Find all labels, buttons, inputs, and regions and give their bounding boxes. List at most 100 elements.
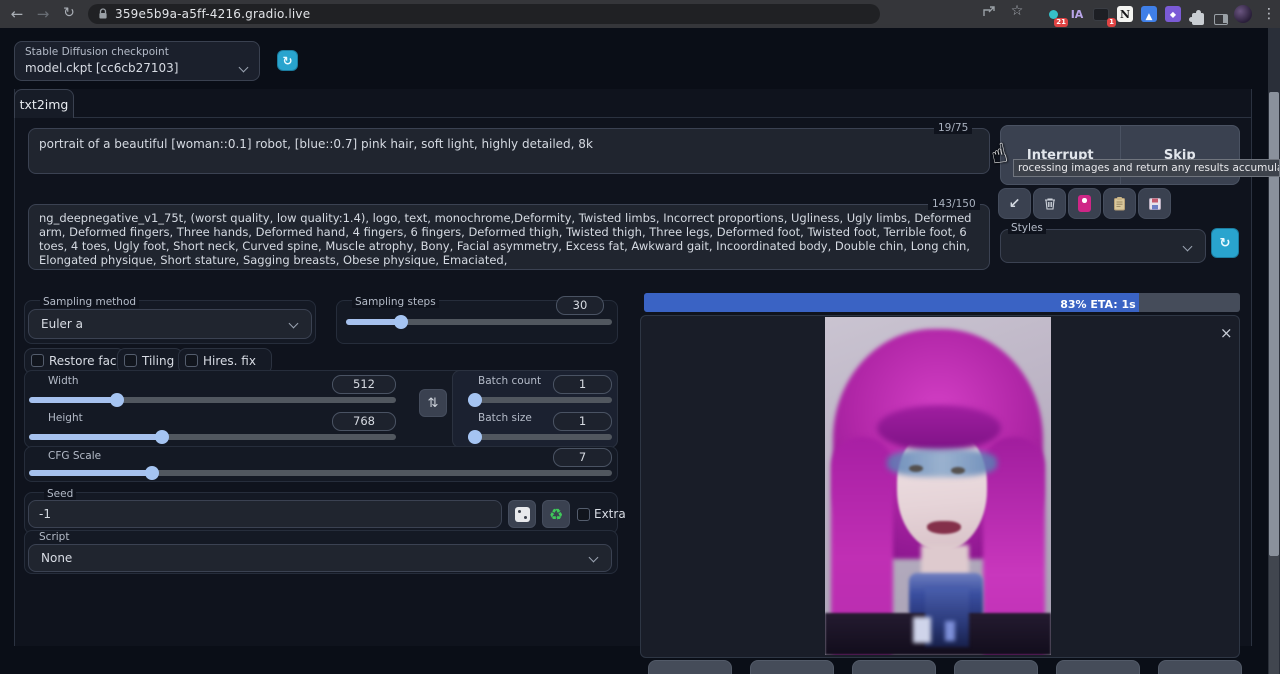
prompt-token-counter: 19/75 bbox=[934, 122, 972, 134]
chevron-down-icon bbox=[239, 63, 249, 73]
reuse-seed-button[interactable]: ♻ bbox=[542, 500, 570, 528]
extension-image-icon[interactable]: ▲ bbox=[1138, 3, 1160, 25]
script-value: None bbox=[41, 551, 72, 565]
gallery-action-button[interactable] bbox=[954, 660, 1038, 674]
chevron-down-icon bbox=[589, 553, 599, 563]
extension-purple-icon[interactable]: ◆ bbox=[1162, 3, 1184, 25]
progress-fill: 83% ETA: 1s bbox=[644, 293, 1139, 312]
negative-token-counter: 143/150 bbox=[928, 198, 980, 210]
script-label: Script bbox=[36, 531, 72, 543]
extra-networks-button[interactable] bbox=[1068, 188, 1101, 219]
extension-ia-icon[interactable]: IA bbox=[1066, 3, 1088, 25]
width-slider[interactable] bbox=[29, 397, 396, 403]
recycle-icon: ♻ bbox=[549, 505, 563, 524]
extension-pin-icon[interactable]: 21 bbox=[1042, 3, 1064, 25]
bookmark-star-icon[interactable]: ☆ bbox=[1008, 3, 1026, 19]
sampling-method-dropdown[interactable]: Euler a bbox=[28, 309, 312, 339]
batch-size-slider[interactable] bbox=[468, 434, 612, 440]
progress-bar: 83% ETA: 1s bbox=[644, 293, 1240, 312]
tab-txt2img[interactable]: txt2img bbox=[14, 89, 74, 118]
profile-avatar[interactable] bbox=[1232, 3, 1254, 25]
arrow-down-left-icon: ↙ bbox=[1009, 196, 1021, 212]
random-seed-button[interactable] bbox=[508, 500, 536, 528]
paste-params-button[interactable]: ↙ bbox=[998, 188, 1031, 219]
save-style-button[interactable] bbox=[1138, 188, 1171, 219]
checkpoint-label: Stable Diffusion checkpoint bbox=[25, 46, 169, 58]
extension-notion-icon[interactable]: N bbox=[1114, 3, 1136, 25]
batch-size-value[interactable]: 1 bbox=[553, 412, 612, 431]
sampling-steps-label: Sampling steps bbox=[352, 296, 439, 308]
hires-fix-label: Hires. fix bbox=[203, 354, 256, 368]
portrait-eyeshadow bbox=[887, 449, 997, 477]
gallery-action-button[interactable] bbox=[1158, 660, 1242, 674]
width-value[interactable]: 512 bbox=[332, 375, 396, 394]
stable-diffusion-webui: ← → ↻ 359e5b9a-a5ff-4216.gradio.live ☆ 2… bbox=[0, 0, 1280, 674]
height-slider[interactable] bbox=[29, 434, 396, 440]
negative-prompt-input[interactable]: ng_deepnegative_v1_75t, (worst quality, … bbox=[28, 204, 990, 270]
seed-label: Seed bbox=[44, 488, 76, 500]
batch-size-label: Batch size bbox=[478, 412, 532, 424]
chevron-down-icon bbox=[1183, 242, 1193, 252]
cfg-scale-value[interactable]: 7 bbox=[553, 448, 612, 467]
chevron-down-icon bbox=[289, 319, 299, 329]
swap-arrows-icon: ⇅ bbox=[428, 396, 439, 411]
dice-icon bbox=[515, 507, 530, 522]
width-label: Width bbox=[48, 375, 79, 387]
batch-count-slider[interactable] bbox=[468, 397, 612, 403]
batch-count-value[interactable]: 1 bbox=[553, 375, 612, 394]
portrait-lips bbox=[927, 521, 961, 534]
cfg-scale-label: CFG Scale bbox=[48, 450, 101, 462]
tiling-label: Tiling bbox=[142, 354, 174, 368]
seed-extra-checkbox[interactable] bbox=[577, 508, 590, 521]
side-panel-icon[interactable] bbox=[1210, 8, 1232, 30]
browser-forward-icon[interactable]: → bbox=[34, 5, 52, 23]
browser-toolbar: ← → ↻ 359e5b9a-a5ff-4216.gradio.live ☆ 2… bbox=[0, 0, 1280, 28]
interrupt-tooltip: rocessing images and return any results … bbox=[1013, 159, 1280, 177]
checkpoint-dropdown[interactable]: Stable Diffusion checkpoint model.ckpt [… bbox=[14, 41, 260, 81]
extensions-puzzle-icon[interactable] bbox=[1187, 8, 1209, 30]
apply-styles-button[interactable] bbox=[1103, 188, 1136, 219]
styles-label: Styles bbox=[1008, 222, 1046, 234]
sampling-method-label: Sampling method bbox=[40, 296, 139, 308]
extra-networks-card-icon bbox=[1078, 195, 1091, 212]
browser-reload-icon[interactable]: ↻ bbox=[60, 5, 78, 21]
sampling-method-value: Euler a bbox=[41, 317, 83, 331]
styles-refresh-button[interactable]: ↻ bbox=[1212, 229, 1238, 257]
clear-prompt-button[interactable] bbox=[1033, 188, 1066, 219]
padlock-icon bbox=[98, 8, 108, 20]
cfg-block bbox=[24, 446, 618, 482]
gallery-action-button[interactable] bbox=[852, 660, 936, 674]
styles-dropdown[interactable] bbox=[1000, 229, 1206, 263]
browser-menu-kebab-icon[interactable]: ⋮ bbox=[1258, 3, 1280, 25]
trash-icon bbox=[1043, 197, 1057, 211]
close-icon[interactable]: × bbox=[1220, 324, 1233, 342]
sampling-steps-value[interactable]: 30 bbox=[556, 296, 604, 315]
checkpoint-value: model.ckpt [cc6cb27103] bbox=[25, 61, 178, 75]
script-dropdown[interactable]: None bbox=[28, 544, 612, 572]
address-bar[interactable]: 359e5b9a-a5ff-4216.gradio.live bbox=[88, 4, 880, 24]
checkpoint-refresh-button[interactable]: ↻ bbox=[278, 51, 297, 70]
tab-divider bbox=[14, 117, 1252, 118]
swap-width-height-button[interactable]: ⇅ bbox=[419, 389, 447, 417]
floppy-disk-icon bbox=[1148, 197, 1162, 211]
height-label: Height bbox=[48, 412, 83, 424]
hires-fix-checkbox[interactable] bbox=[185, 354, 198, 367]
gallery-action-button[interactable] bbox=[1056, 660, 1140, 674]
gallery-action-button[interactable] bbox=[750, 660, 834, 674]
tiling-checkbox[interactable] bbox=[124, 354, 137, 367]
prompt-input[interactable]: portrait of a beautiful [woman::0.1] rob… bbox=[28, 128, 990, 174]
browser-back-icon[interactable]: ← bbox=[8, 5, 26, 23]
cfg-scale-slider[interactable] bbox=[29, 470, 612, 476]
extension-camera-icon[interactable]: 1 bbox=[1090, 3, 1112, 25]
gallery-action-button[interactable] bbox=[648, 660, 732, 674]
generated-image[interactable] bbox=[825, 317, 1051, 655]
progress-text: 83% ETA: 1s bbox=[1060, 298, 1138, 311]
sampling-steps-slider[interactable] bbox=[346, 319, 612, 325]
restore-faces-checkbox[interactable] bbox=[31, 354, 44, 367]
url-text: 359e5b9a-a5ff-4216.gradio.live bbox=[115, 7, 310, 21]
share-icon[interactable] bbox=[980, 4, 998, 23]
seed-input[interactable] bbox=[28, 500, 502, 528]
batch-count-label: Batch count bbox=[478, 375, 541, 387]
height-value[interactable]: 768 bbox=[332, 412, 396, 431]
seed-extra-label: Extra bbox=[594, 507, 626, 521]
